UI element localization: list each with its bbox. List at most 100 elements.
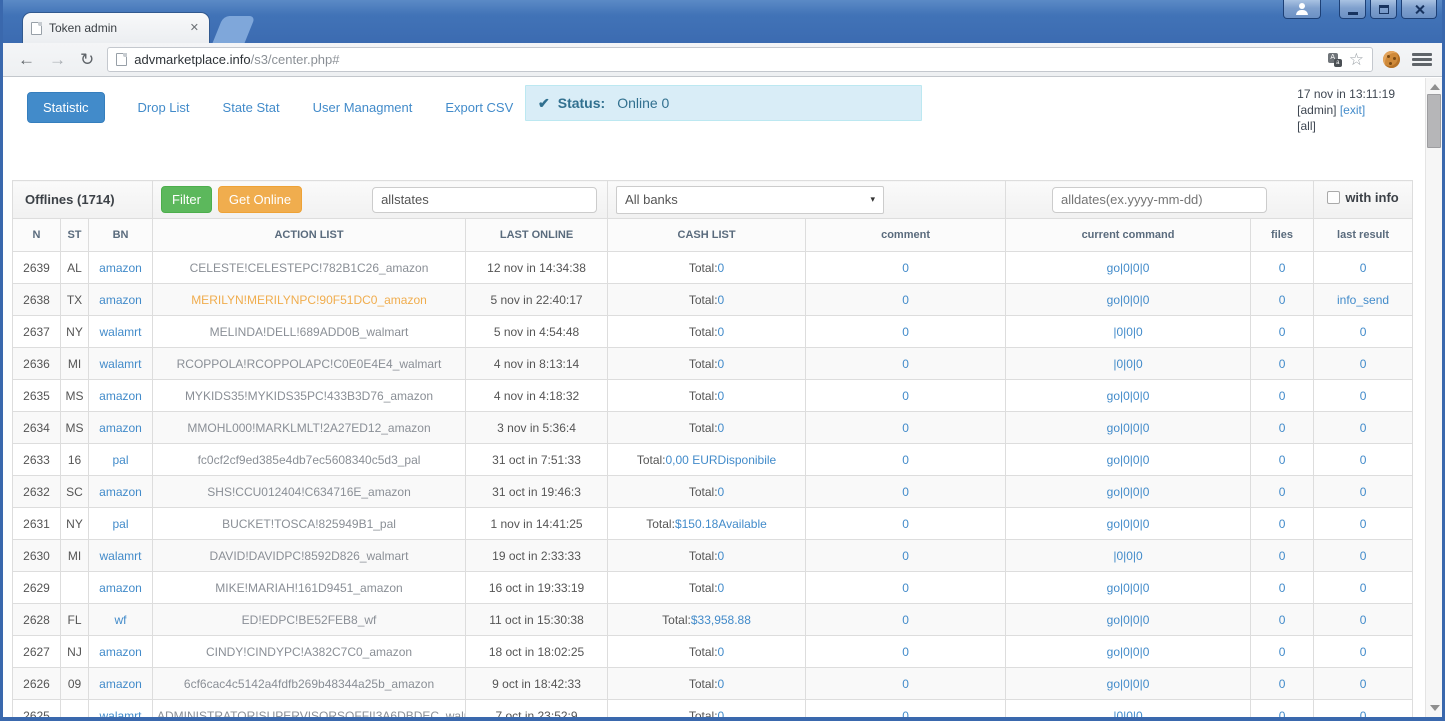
cell-files-link[interactable]: 0: [1250, 251, 1315, 284]
cell-bn-link[interactable]: walamrt: [87, 699, 154, 717]
cash-value-link[interactable]: 0: [718, 645, 725, 659]
cell-comment-link[interactable]: 0: [805, 411, 1007, 444]
menu-icon[interactable]: [1412, 51, 1432, 68]
cell-files-link[interactable]: 0: [1250, 411, 1315, 444]
cell-files-link[interactable]: 0: [1250, 379, 1315, 412]
cash-value-link[interactable]: 0: [718, 709, 725, 718]
cash-value-link[interactable]: 0: [718, 677, 725, 691]
cell-current-command-link[interactable]: go|0|0|0: [1005, 507, 1252, 540]
with-info-checkbox[interactable]: [1327, 191, 1341, 204]
cell-last-result-link[interactable]: 0: [1313, 699, 1414, 717]
cell-last-result-link[interactable]: 0: [1313, 667, 1414, 700]
cell-current-command-link[interactable]: go|0|0|0: [1005, 475, 1252, 508]
tab-close-icon[interactable]: ✕: [188, 21, 201, 36]
cell-files-link[interactable]: 0: [1250, 667, 1315, 700]
translate-icon[interactable]: Aa: [1327, 52, 1342, 67]
maximize-button[interactable]: [1370, 0, 1397, 19]
cell-comment-link[interactable]: 0: [805, 347, 1007, 380]
address-bar[interactable]: advmarketplace.info/s3/center.php# Aa ☆: [107, 47, 1373, 72]
page-scrollbar[interactable]: [1425, 78, 1442, 717]
get-online-button[interactable]: Get Online: [217, 186, 303, 213]
cash-value-link[interactable]: 0: [718, 581, 725, 595]
cell-comment-link[interactable]: 0: [805, 443, 1007, 476]
new-tab-button[interactable]: [212, 16, 256, 43]
cell-files-link[interactable]: 0: [1250, 507, 1315, 540]
nav-state-stat[interactable]: State Stat: [223, 100, 280, 115]
cell-files-link[interactable]: 0: [1250, 635, 1315, 668]
scrollbar-up-icon[interactable]: [1430, 84, 1440, 90]
cell-bn-link[interactable]: wf: [87, 603, 154, 636]
cell-last-result-link[interactable]: 0: [1313, 507, 1414, 540]
cell-bn-link[interactable]: amazon: [87, 635, 154, 668]
forward-icon[interactable]: →: [42, 51, 73, 68]
cash-value-link[interactable]: 0: [718, 293, 725, 307]
cell-bn-link[interactable]: pal: [87, 507, 154, 540]
cash-value-link[interactable]: 0: [718, 485, 725, 499]
cookie-extension-icon[interactable]: [1383, 51, 1400, 68]
profile-button[interactable]: [1283, 0, 1321, 19]
dates-input[interactable]: [1052, 186, 1268, 213]
cell-current-command-link[interactable]: go|0|0|0: [1005, 571, 1252, 604]
cell-bn-link[interactable]: amazon: [87, 475, 154, 508]
cell-files-link[interactable]: 0: [1250, 475, 1315, 508]
cell-comment-link[interactable]: 0: [805, 603, 1007, 636]
cash-value-link[interactable]: 0,00 EURDisponibile: [666, 453, 777, 467]
cell-last-result-link[interactable]: 0: [1313, 443, 1414, 476]
cell-files-link[interactable]: 0: [1250, 283, 1315, 316]
states-input[interactable]: [372, 186, 598, 213]
cell-current-command-link[interactable]: go|0|0|0: [1005, 251, 1252, 284]
cell-bn-link[interactable]: amazon: [87, 411, 154, 444]
url-text[interactable]: advmarketplace.info/s3/center.php#: [134, 52, 1321, 67]
cell-comment-link[interactable]: 0: [805, 379, 1007, 412]
cash-value-link[interactable]: 0: [718, 357, 725, 371]
cell-files-link[interactable]: 0: [1250, 539, 1315, 572]
cell-files-link[interactable]: 0: [1250, 699, 1315, 717]
cell-comment-link[interactable]: 0: [805, 315, 1007, 348]
cell-bn-link[interactable]: amazon: [87, 667, 154, 700]
cell-comment-link[interactable]: 0: [805, 507, 1007, 540]
cell-last-result-link[interactable]: 0: [1313, 251, 1414, 284]
bookmark-star-icon[interactable]: ☆: [1349, 51, 1364, 68]
cell-last-result-link[interactable]: 0: [1313, 315, 1414, 348]
cash-value-link[interactable]: 0: [718, 325, 725, 339]
cell-current-command-link[interactable]: go|0|0|0: [1005, 635, 1252, 668]
cell-last-result-link[interactable]: 0: [1313, 411, 1414, 444]
cell-bn-link[interactable]: pal: [87, 443, 154, 476]
cell-files-link[interactable]: 0: [1250, 315, 1315, 348]
cell-bn-link[interactable]: amazon: [87, 251, 154, 284]
nav-statistic-button[interactable]: Statistic: [27, 91, 105, 123]
cell-bn-link[interactable]: amazon: [87, 283, 154, 316]
cell-current-command-link[interactable]: |0|0|0: [1005, 539, 1252, 572]
nav-export-csv[interactable]: Export CSV: [445, 100, 513, 115]
cash-value-link[interactable]: 0: [718, 549, 725, 563]
cell-comment-link[interactable]: 0: [805, 635, 1007, 668]
scrollbar-thumb[interactable]: [1427, 94, 1441, 148]
browser-tab[interactable]: Token admin ✕: [22, 12, 210, 43]
cell-files-link[interactable]: 0: [1250, 603, 1315, 636]
cell-current-command-link[interactable]: go|0|0|0: [1005, 379, 1252, 412]
cash-value-link[interactable]: $150.18Available: [675, 517, 767, 531]
cell-comment-link[interactable]: 0: [805, 251, 1007, 284]
cell-current-command-link[interactable]: go|0|0|0: [1005, 411, 1252, 444]
cell-bn-link[interactable]: amazon: [87, 571, 154, 604]
cell-current-command-link[interactable]: |0|0|0: [1005, 347, 1252, 380]
cell-bn-link[interactable]: amazon: [87, 379, 154, 412]
cell-last-result-link[interactable]: 0: [1313, 635, 1414, 668]
refresh-icon[interactable]: ↻: [73, 51, 101, 68]
cell-comment-link[interactable]: 0: [805, 699, 1007, 717]
cell-current-command-link[interactable]: |0|0|0: [1005, 315, 1252, 348]
cash-value-link[interactable]: 0: [718, 421, 725, 435]
cell-comment-link[interactable]: 0: [805, 667, 1007, 700]
cell-current-command-link[interactable]: go|0|0|0: [1005, 283, 1252, 316]
cell-current-command-link[interactable]: go|0|0|0: [1005, 667, 1252, 700]
close-button[interactable]: [1401, 0, 1437, 19]
minimize-button[interactable]: [1339, 0, 1366, 19]
cell-current-command-link[interactable]: go|0|0|0: [1005, 603, 1252, 636]
cell-files-link[interactable]: 0: [1250, 571, 1315, 604]
cell-last-result-link[interactable]: 0: [1313, 603, 1414, 636]
cell-bn-link[interactable]: walamrt: [87, 347, 154, 380]
cell-comment-link[interactable]: 0: [805, 539, 1007, 572]
cell-bn-link[interactable]: walamrt: [87, 539, 154, 572]
scrollbar-down-icon[interactable]: [1430, 705, 1440, 711]
cell-last-result-link[interactable]: info_send: [1313, 283, 1414, 316]
